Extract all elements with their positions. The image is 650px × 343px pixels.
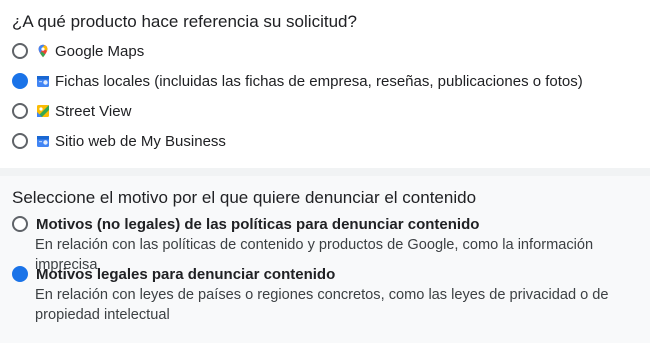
product-option-label: Street View bbox=[55, 102, 132, 120]
product-question: ¿A qué producto hace referencia su solic… bbox=[12, 12, 357, 31]
reason-description: En relación con leyes de países o region… bbox=[35, 287, 609, 323]
reason-title: Motivos legales para denunciar contenido bbox=[36, 265, 336, 283]
product-radio-fichas-locales[interactable] bbox=[12, 73, 28, 89]
product-option-google-maps[interactable]: Google Maps bbox=[12, 40, 144, 62]
business-profile-icon bbox=[36, 134, 50, 148]
product-radio-street-view[interactable] bbox=[12, 103, 28, 119]
product-option-fichas-locales[interactable]: Fichas locales (incluidas las fichas de … bbox=[12, 70, 583, 92]
reason-question: Seleccione el motivo por el que quiere d… bbox=[12, 188, 477, 207]
product-option-street-view[interactable]: Street View bbox=[12, 100, 131, 122]
reason-option-legal[interactable]: Motivos legales para denunciar contenido… bbox=[12, 263, 648, 325]
product-option-label: Google Maps bbox=[55, 42, 145, 60]
product-radio-google-maps[interactable] bbox=[12, 43, 28, 59]
street-view-icon bbox=[36, 104, 50, 118]
google-maps-pin-icon bbox=[36, 44, 50, 58]
reason-radio-non-legal[interactable] bbox=[12, 216, 28, 232]
business-profile-icon bbox=[36, 74, 50, 88]
reason-title: Motivos (no legales) de las políticas pa… bbox=[36, 215, 480, 233]
product-option-my-business-website[interactable]: Sitio web de My Business bbox=[12, 130, 226, 152]
section-divider bbox=[0, 168, 650, 176]
reason-radio-legal[interactable] bbox=[12, 266, 28, 282]
product-option-label: Fichas locales (incluidas las fichas de … bbox=[55, 72, 583, 90]
product-option-label: Sitio web de My Business bbox=[55, 132, 226, 150]
product-radio-my-business-website[interactable] bbox=[12, 133, 28, 149]
